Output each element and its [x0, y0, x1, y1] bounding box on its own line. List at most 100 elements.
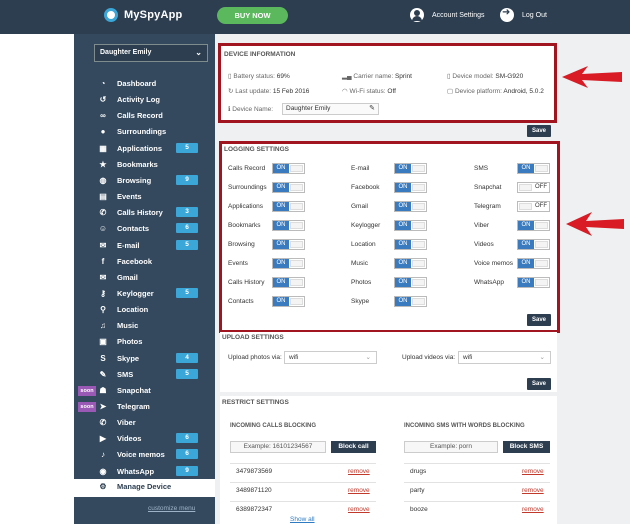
- sidebar-item-e-mail[interactable]: ✉ E-mail 5: [74, 238, 215, 254]
- logout-link[interactable]: Log Out: [500, 7, 547, 22]
- sidebar-item-events[interactable]: ▤ Events: [74, 189, 215, 205]
- device-select[interactable]: Daughter Emily ⌄: [94, 44, 208, 62]
- remove-link[interactable]: remove: [522, 468, 544, 475]
- sidebar-item-calls-record[interactable]: ∞ Calls Record: [74, 108, 215, 124]
- remove-link[interactable]: remove: [522, 506, 544, 513]
- logging-label-sms: SMS: [474, 165, 489, 172]
- sidebar-item-facebook[interactable]: f Facebook: [74, 254, 215, 270]
- remove-link[interactable]: remove: [522, 487, 544, 494]
- sidebar-item-dashboard[interactable]: ◔ Dashboard: [74, 76, 215, 92]
- ghost-icon: ☗: [99, 385, 107, 395]
- sidebar-item-voice-memos[interactable]: ♪ Voice memos 6: [74, 447, 215, 463]
- arrow-left-icon: [566, 212, 624, 236]
- facebook-icon: f: [101, 256, 105, 266]
- logging-toggle-location[interactable]: ON: [394, 239, 427, 250]
- sidebar-item-skype[interactable]: S Skype 4: [74, 351, 215, 367]
- row-divider: [230, 501, 376, 502]
- block-sms-button[interactable]: Block SMS: [503, 441, 550, 453]
- sidebar-item-music[interactable]: ♫ Music: [74, 318, 215, 334]
- logging-toggle-skype[interactable]: ON: [394, 296, 427, 307]
- count-badge: 4: [176, 352, 198, 363]
- sidebar-item-manage-device[interactable]: ⚙ Manage Device: [74, 478, 215, 497]
- logging-toggle-calls-record[interactable]: ON: [272, 163, 305, 174]
- remove-link[interactable]: remove: [348, 506, 370, 513]
- logging-toggle-bookmarks[interactable]: ON: [272, 220, 305, 231]
- toggle-knob: [412, 184, 425, 191]
- upload-photos-select[interactable]: wifi ⌄: [284, 351, 377, 364]
- logging-toggle-contacts[interactable]: ON: [272, 296, 305, 307]
- sidebar-item-label: Skype: [117, 353, 140, 363]
- remove-link[interactable]: remove: [348, 487, 370, 494]
- key-icon: ⚷: [100, 288, 106, 298]
- sidebar-item-gmail[interactable]: ✉ Gmail: [74, 270, 215, 286]
- logging-save-button[interactable]: Save: [527, 314, 551, 326]
- app-name: MySpyApp: [124, 9, 183, 21]
- device-name-input[interactable]: Daughter Emily ✎: [282, 103, 379, 115]
- logging-toggle-calls-history[interactable]: ON: [272, 277, 305, 288]
- sidebar-item-browsing[interactable]: ◍ Browsing 9: [74, 173, 215, 189]
- top-bar: MySpyApp BUY NOW Account Settings Log Ou…: [0, 0, 630, 34]
- upload-videos-select[interactable]: wifi ⌄: [458, 351, 551, 364]
- sidebar-item-sms[interactable]: ✎ SMS 5: [74, 367, 215, 383]
- logging-toggle-videos[interactable]: ON: [517, 239, 550, 250]
- sidebar-item-keylogger[interactable]: ⚷ Keylogger 5: [74, 286, 215, 302]
- logging-toggle-browsing[interactable]: ON: [272, 239, 305, 250]
- sidebar-item-activity-log[interactable]: ↺ Activity Log: [74, 92, 215, 108]
- account-settings-link[interactable]: Account Settings: [410, 8, 485, 22]
- logging-label-calls-record: Calls Record: [228, 165, 266, 172]
- remove-link[interactable]: remove: [348, 468, 370, 475]
- logging-toggle-keylogger[interactable]: ON: [394, 220, 427, 231]
- block-call-input[interactable]: Example: 16101234567: [230, 441, 326, 453]
- logging-toggle-events[interactable]: ON: [272, 258, 305, 269]
- toggle-on-label: ON: [273, 164, 289, 173]
- logging-toggle-telegram[interactable]: OFF: [517, 201, 550, 212]
- sidebar-item-bookmarks[interactable]: ★ Bookmarks: [74, 157, 215, 173]
- row-divider: [404, 501, 550, 502]
- sidebar-item-whatsapp[interactable]: ◉ WhatsApp 9: [74, 464, 215, 480]
- customize-menu-link[interactable]: customize menu: [148, 505, 195, 512]
- logging-toggle-facebook[interactable]: ON: [394, 182, 427, 193]
- logging-toggle-gmail[interactable]: ON: [394, 201, 427, 212]
- logging-toggle-snapchat[interactable]: OFF: [517, 182, 550, 193]
- logging-toggle-surroundings[interactable]: ON: [272, 182, 305, 193]
- sidebar-item-location[interactable]: ⚲ Location: [74, 302, 215, 318]
- buy-now-button[interactable]: BUY NOW: [217, 7, 288, 24]
- logging-toggle-voice-memos[interactable]: ON: [517, 258, 550, 269]
- sidebar-item-telegram[interactable]: soon ➤ Telegram: [74, 399, 215, 415]
- logging-toggle-photos[interactable]: ON: [394, 277, 427, 288]
- sidebar-item-applications[interactable]: ▦ Applications 5: [74, 141, 215, 157]
- toggle-knob: [535, 241, 548, 248]
- sidebar-item-contacts[interactable]: ☺ Contacts 6: [74, 221, 215, 237]
- device-info-save-button[interactable]: Save: [527, 125, 551, 137]
- upload-save-button[interactable]: Save: [527, 378, 551, 390]
- count-badge: 5: [176, 368, 198, 379]
- gears-icon: ⚙: [99, 481, 107, 491]
- logging-toggle-e-mail[interactable]: ON: [394, 163, 427, 174]
- sidebar-item-viber[interactable]: ✆ Viber: [74, 415, 215, 431]
- toggle-on-label: ON: [395, 202, 411, 211]
- toggle-on-label: ON: [273, 202, 289, 211]
- logging-label-photos: Photos: [351, 279, 372, 286]
- toggle-on-label: ON: [518, 240, 534, 249]
- logging-label-snapchat: Snapchat: [474, 184, 502, 191]
- sidebar-item-videos[interactable]: ▶ Videos 6: [74, 431, 215, 447]
- sidebar-item-calls-history[interactable]: ✆ Calls History 3: [74, 205, 215, 221]
- block-call-button[interactable]: Block call: [331, 441, 376, 453]
- show-all-link[interactable]: Show all: [290, 516, 315, 523]
- sidebar-item-photos[interactable]: ▣ Photos: [74, 334, 215, 350]
- logging-toggle-sms[interactable]: ON: [517, 163, 550, 174]
- sidebar-item-snapchat[interactable]: soon ☗ Snapchat: [74, 383, 215, 399]
- app-logo[interactable]: MySpyApp: [104, 8, 182, 22]
- logging-toggle-viber[interactable]: ON: [517, 220, 550, 231]
- logging-toggle-music[interactable]: ON: [394, 258, 427, 269]
- sidebar-item-label: Surroundings: [117, 127, 167, 137]
- row-divider: [404, 482, 550, 483]
- sidebar-item-label: Activity Log: [117, 95, 160, 105]
- logging-toggle-whatsapp[interactable]: ON: [517, 277, 550, 288]
- logging-label-surroundings: Surroundings: [228, 184, 267, 191]
- pencil-icon[interactable]: ✎: [369, 104, 375, 114]
- block-sms-input[interactable]: Example: porn: [404, 441, 498, 453]
- sidebar-item-surroundings[interactable]: ● Surroundings: [74, 124, 215, 140]
- logging-label-whatsapp: WhatsApp: [474, 279, 504, 286]
- logging-toggle-applications[interactable]: ON: [272, 201, 305, 212]
